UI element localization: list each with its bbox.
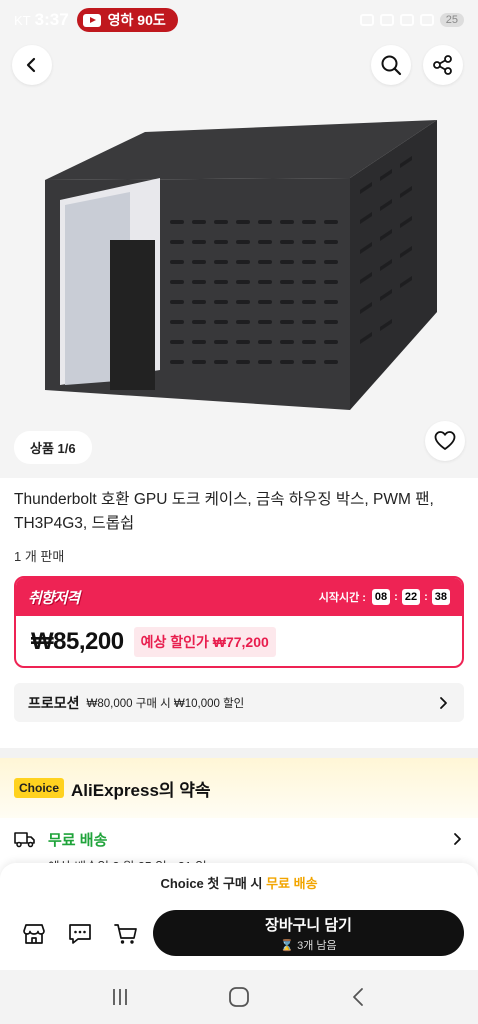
first-purchase-highlight: 무료 배송 <box>266 876 318 891</box>
add-to-cart-button[interactable]: 장바구니 담기 ⌛ 3개 남음 <box>153 910 464 956</box>
heart-icon <box>434 431 456 450</box>
deal-header: 취향저격 시작시간 : 08 : 22 : 38 <box>16 578 462 616</box>
shipping-title: 무료 배송 <box>48 831 108 849</box>
action-icons <box>20 920 140 948</box>
mute-icon <box>379 14 394 26</box>
choice-title: AliExpress의 약속 <box>71 780 211 800</box>
gallery-counter: 상품 1/6 <box>14 431 92 464</box>
system-nav-bar <box>0 970 478 1024</box>
message-button[interactable] <box>66 920 94 948</box>
photo-icon <box>359 14 374 26</box>
chat-icon <box>69 924 91 944</box>
status-bar: KT 3:37 영하 90도 25 <box>0 0 478 40</box>
first-purchase-prefix: Choice 첫 구매 시 <box>160 876 263 891</box>
carrier-label: KT <box>14 12 31 28</box>
timer-minutes: 22 <box>401 589 421 605</box>
share-button[interactable] <box>423 45 463 85</box>
promotion-title: 프로모션 <box>28 694 80 711</box>
stock-remaining-label: 3개 남음 <box>297 939 337 952</box>
product-title: Thunderbolt 호환 GPU 도크 케이스, 금속 하우징 박스, PW… <box>14 491 434 532</box>
deal-price-row: ₩85,200 예상 할인가 ₩77,200 <box>16 616 462 666</box>
deal-box: 취향저격 시작시간 : 08 : 22 : 38 ₩85,200 예상 할인가 … <box>14 576 464 668</box>
sold-count: 1 개 판매 <box>14 549 65 564</box>
home-icon <box>229 987 249 1007</box>
truck-icon <box>14 832 35 848</box>
back-button[interactable] <box>12 45 52 85</box>
youtube-pill-label: 영하 90도 <box>107 12 166 28</box>
deal-timer: 시작시간 : 08 : 22 : 38 <box>319 589 450 605</box>
search-button[interactable] <box>371 45 411 85</box>
timer-seconds: 38 <box>431 589 450 605</box>
chevron-left-icon <box>26 57 36 73</box>
section-divider <box>0 748 478 758</box>
timer-label: 시작시간 : <box>318 592 366 604</box>
store-icon <box>23 924 45 944</box>
product-image[interactable] <box>0 90 478 430</box>
product-image-gallery[interactable]: 상품 1/6 <box>0 0 478 478</box>
wifi-icon <box>399 14 414 26</box>
chevron-right-icon <box>454 833 461 845</box>
promotion-text: ₩80,000 구매 시 ₩10,000 할인 <box>86 697 245 710</box>
estimated-discount-price: 예상 할인가 ₩77,200 <box>133 627 276 657</box>
promotion-row[interactable]: 프로모션 ₩80,000 구매 시 ₩10,000 할인 <box>14 683 464 722</box>
battery-indicator: 25 <box>439 13 464 27</box>
first-purchase-banner: Choice 첫 구매 시 무료 배송 <box>0 873 478 892</box>
status-icons: 25 <box>359 13 464 27</box>
back-icon <box>353 988 364 1006</box>
recents-button[interactable] <box>100 977 140 1017</box>
free-shipping-row[interactable]: 무료 배송 <box>14 826 464 852</box>
cart-icon <box>114 924 137 944</box>
bottom-action-bar: Choice 첫 구매 시 무료 배송 장바구니 담기 ⌛ 3개 남음 <box>0 863 478 970</box>
choice-badge: Choice <box>14 778 65 798</box>
home-button[interactable] <box>219 977 259 1017</box>
chevron-right-icon <box>440 696 447 709</box>
wishlist-button[interactable] <box>425 421 465 461</box>
system-back-button[interactable] <box>338 977 378 1017</box>
share-icon <box>433 55 452 75</box>
search-icon <box>381 55 402 76</box>
cart-button[interactable] <box>112 920 140 948</box>
deal-logo: 취향저격 <box>28 589 80 607</box>
signal-icon <box>419 14 434 26</box>
price: ₩85,200 <box>31 628 124 655</box>
youtube-pill[interactable]: 영하 90도 <box>76 8 178 32</box>
clock: 3:37 <box>34 10 69 29</box>
choice-header: Choice AliExpress의 약속 <box>0 758 478 818</box>
timer-hours: 08 <box>371 589 391 605</box>
youtube-icon <box>82 13 101 27</box>
hourglass-icon: ⌛ <box>280 939 295 952</box>
add-to-cart-label: 장바구니 담기 <box>265 916 352 934</box>
store-button[interactable] <box>20 920 48 948</box>
recents-icon <box>112 989 127 1005</box>
stock-remaining: ⌛ 3개 남음 <box>280 937 336 953</box>
